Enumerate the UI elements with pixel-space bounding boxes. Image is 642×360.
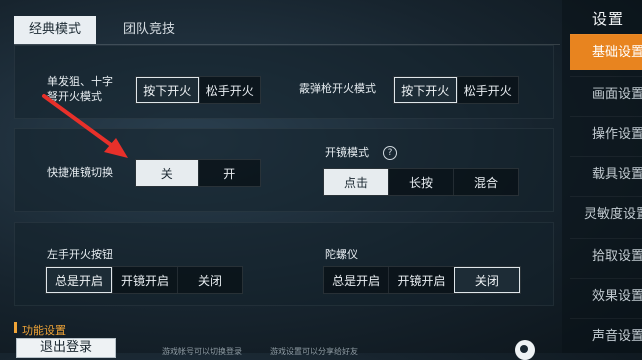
sidebar-item-sound[interactable]: 声音设置: [570, 318, 642, 354]
tab-classic[interactable]: 经典模式: [14, 16, 96, 44]
left-fire-label: 左手开火按钮: [47, 248, 113, 261]
gyro-option-scoped[interactable]: 开镜开启: [388, 267, 453, 293]
sidebar-item-basic[interactable]: 基础设置: [570, 34, 642, 70]
shotgun-option-press[interactable]: 按下开火: [394, 77, 457, 103]
sidebar-item-graphics[interactable]: 画面设置: [570, 76, 642, 112]
shotgun-option-release[interactable]: 松手开火: [456, 77, 519, 103]
sidebar-item-pickup[interactable]: 拾取设置: [570, 238, 642, 274]
shotgun-label: 霰弹枪开火模式: [299, 82, 376, 95]
gyro-option-off[interactable]: 关闭: [453, 267, 520, 293]
left-fire-option-off[interactable]: 关闭: [177, 267, 242, 293]
quick-scope-segmented: 关 开: [135, 159, 261, 187]
gyro-label: 陀螺仪: [325, 248, 358, 261]
feature-section-title: 功能设置: [22, 324, 66, 337]
logout-note: 游戏帐号可以切换登录: [162, 347, 242, 356]
scope-mode-segmented: 点击 长按 混合: [323, 168, 519, 196]
quick-scope-label: 快捷准镜切换: [47, 166, 113, 179]
single-shot-option-release[interactable]: 松手开火: [198, 77, 261, 103]
fire-button-panel: 左手开火按钮 总是开启 开镜开启 关闭 陀螺仪 总是开启 开镜开启 关闭: [14, 222, 554, 306]
tab-team[interactable]: 团队竞技: [110, 16, 188, 44]
logout-button[interactable]: 退出登录: [16, 338, 116, 358]
quick-scope-option-on[interactable]: 开: [197, 160, 261, 186]
sidebar-item-vehicle[interactable]: 载具设置: [570, 156, 642, 192]
sidebar-item-controls[interactable]: 操作设置: [570, 116, 642, 152]
red-arrow-annotation-icon: [42, 94, 128, 158]
sidebar-item-sensitivity[interactable]: 灵敏度设置: [570, 196, 642, 232]
mode-tabbar: 经典模式 团队竞技: [0, 0, 560, 50]
scope-mode-label: 开镜模式: [325, 146, 369, 159]
scope-mode-option-mixed[interactable]: 混合: [453, 169, 518, 195]
quick-scope-option-off[interactable]: 关: [136, 160, 198, 186]
share-note: 游戏设置可以分享给好友: [270, 347, 358, 356]
scope-mode-option-hold[interactable]: 长按: [388, 169, 453, 195]
share-circle-button[interactable]: [515, 340, 535, 360]
gyro-option-always[interactable]: 总是开启: [324, 267, 388, 293]
feature-section-marker: [14, 322, 17, 333]
left-fire-option-scoped[interactable]: 开镜开启: [112, 267, 177, 293]
single-shot-option-press[interactable]: 按下开火: [136, 77, 199, 103]
help-icon[interactable]: ?: [383, 146, 397, 160]
scope-mode-option-tap[interactable]: 点击: [324, 169, 388, 195]
left-fire-segmented: 总是开启 开镜开启 关闭: [45, 266, 243, 294]
shotgun-fire-segmented: 按下开火 松手开火: [393, 76, 519, 104]
gyro-segmented: 总是开启 开镜开启 关闭: [323, 266, 521, 294]
sidebar-item-effects[interactable]: 效果设置: [570, 278, 642, 314]
single-shot-fire-segmented: 按下开火 松手开火: [135, 76, 261, 104]
left-fire-option-always[interactable]: 总是开启: [46, 267, 112, 293]
sidebar-title: 设置: [592, 10, 625, 28]
